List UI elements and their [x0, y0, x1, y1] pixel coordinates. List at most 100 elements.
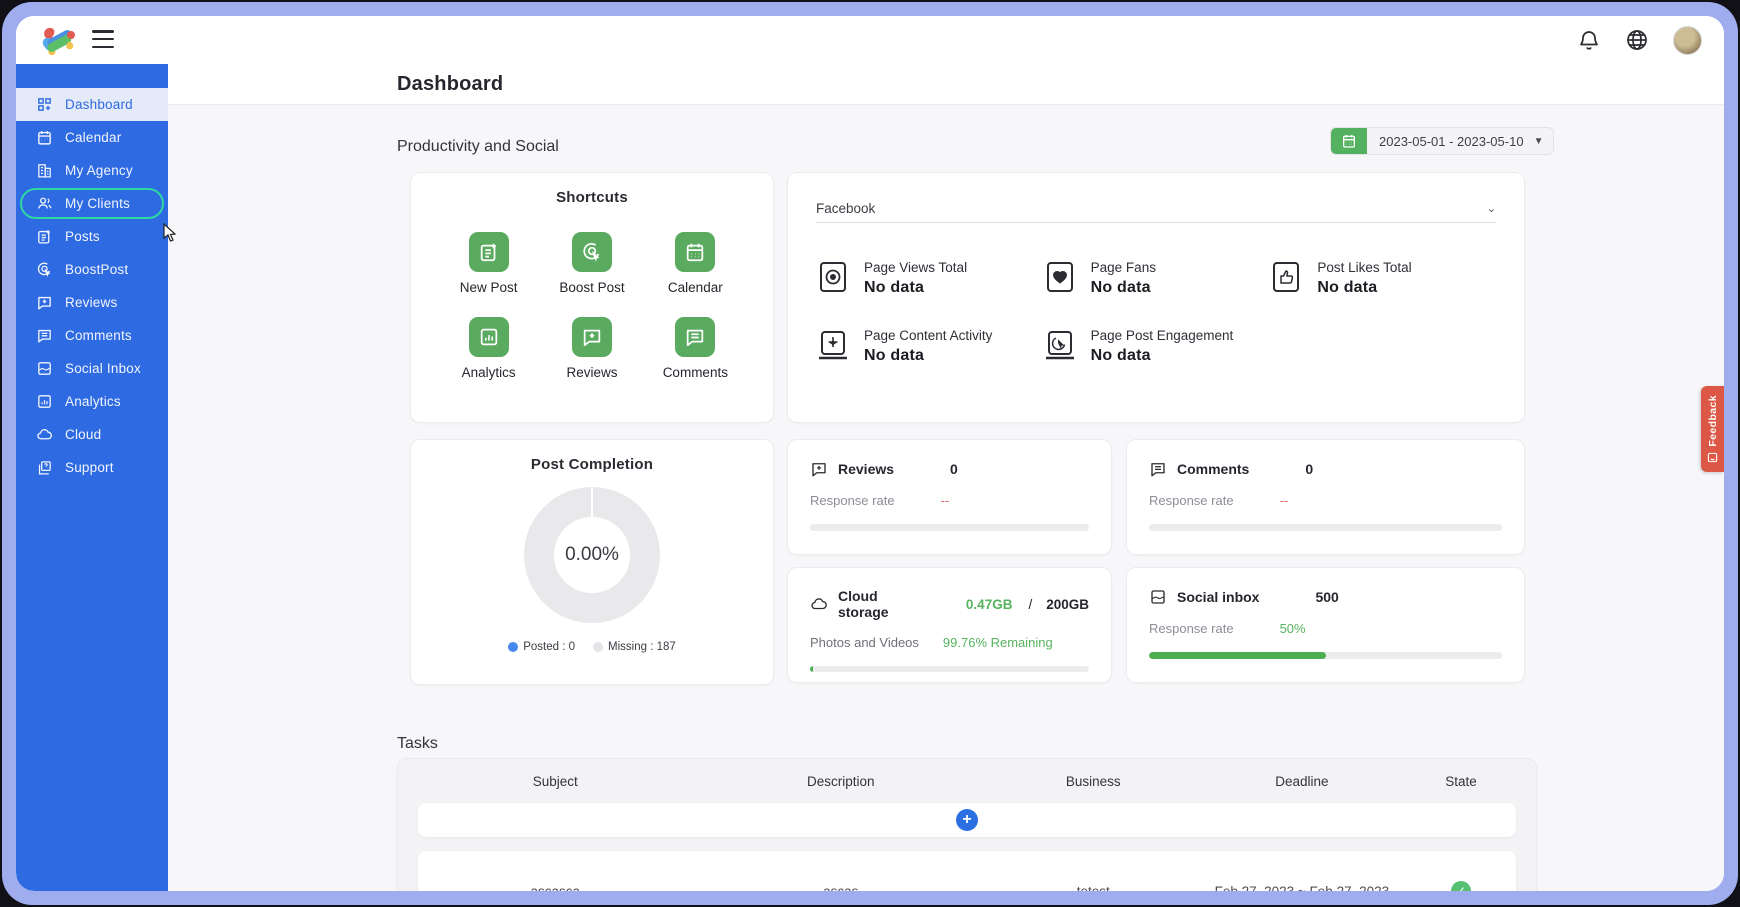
globe-icon[interactable]	[1625, 28, 1649, 52]
table-row[interactable]: ascasca ascas tetest Feb 27, 2023 ~ Feb …	[418, 851, 1516, 891]
stat-value: No data	[864, 279, 967, 297]
cloud-used-value: 0.47GB	[966, 597, 1013, 612]
shortcuts-title: Shortcuts	[411, 173, 773, 206]
sidebar-item-social-inbox[interactable]: Social Inbox	[16, 352, 168, 385]
sidebar-item-posts[interactable]: Posts	[16, 220, 168, 253]
comments-icon	[1149, 460, 1167, 478]
social-inbox-label: Social inbox	[1177, 589, 1259, 605]
social-inbox-progress-bar	[1149, 652, 1502, 659]
feedback-label: Feedback	[1707, 395, 1719, 447]
task-state-done-icon: ✓	[1451, 881, 1471, 891]
facebook-stats-grid: Page Views Total No data Page Fans No da…	[816, 259, 1496, 365]
stat-page-fans: Page Fans No data	[1043, 259, 1270, 297]
sidebar-item-boostpost[interactable]: BoostPost	[16, 253, 168, 286]
shortcuts-grid: New Post Boost Post Calendar Analytics R…	[411, 206, 773, 380]
shortcut-label: Calendar	[668, 280, 723, 295]
tasks-section-title: Tasks	[397, 735, 438, 753]
agency-icon	[36, 162, 53, 179]
stat-content-activity: Page Content Activity No data	[816, 327, 1043, 365]
shortcut-label: Comments	[663, 365, 728, 380]
column-header-state: State	[1406, 774, 1516, 789]
task-subject: ascasca	[418, 884, 693, 892]
user-avatar[interactable]	[1673, 26, 1702, 55]
comments-card: Comments 0 Response rate --	[1126, 439, 1525, 555]
stat-label: Page Fans	[1091, 259, 1156, 275]
reviews-progress-bar	[810, 524, 1089, 531]
reviews-label: Reviews	[838, 461, 894, 477]
stat-value: No data	[1091, 279, 1156, 297]
comments-label: Comments	[1177, 461, 1249, 477]
network-select-value: Facebook	[816, 201, 875, 216]
shortcut-new-post[interactable]: New Post	[437, 232, 540, 295]
tasks-table-header: Subject Description Business Deadline St…	[418, 759, 1516, 803]
legend-posted: Posted : 0	[523, 641, 575, 653]
shortcut-reviews[interactable]: Reviews	[540, 317, 643, 380]
sidebar-item-support[interactable]: Support	[16, 451, 168, 484]
donut-legend: Posted : 0 Missing : 187	[411, 641, 773, 653]
sidebar-item-my-agency[interactable]: My Agency	[16, 154, 168, 187]
page-fans-icon	[1043, 259, 1077, 295]
bell-icon[interactable]	[1577, 28, 1601, 52]
cloud-total-value: 200GB	[1046, 597, 1089, 612]
post-completion-card: Post Completion 0.00% Posted : 0 Missing…	[410, 439, 774, 685]
page-views-icon	[816, 259, 850, 295]
network-select[interactable]: Facebook ⌄	[816, 195, 1496, 223]
chevron-down-icon: ⌄	[1487, 202, 1496, 215]
mouse-cursor	[162, 223, 178, 243]
feedback-tab[interactable]: Feedback	[1701, 386, 1724, 472]
cloud-progress-bar	[810, 666, 1089, 672]
sidebar-item-analytics[interactable]: Analytics	[16, 385, 168, 418]
comments-progress-bar	[1149, 524, 1502, 531]
shortcut-calendar[interactable]: Calendar	[644, 232, 747, 295]
comments-icon	[675, 317, 715, 357]
shortcut-boost-post[interactable]: Boost Post	[540, 232, 643, 295]
date-range-value: 2023-05-01 - 2023-05-10	[1367, 128, 1534, 154]
add-task-row[interactable]: +	[418, 803, 1516, 837]
sidebar-item-calendar[interactable]: Calendar	[16, 121, 168, 154]
sidebar-item-label: Calendar	[65, 130, 121, 145]
cloud-subtitle: Photos and Videos	[810, 635, 919, 650]
analytics-icon	[469, 317, 509, 357]
chevron-down-icon: ▼	[1534, 128, 1554, 154]
add-task-button[interactable]: +	[956, 809, 978, 831]
shortcut-label: Boost Post	[559, 280, 624, 295]
stat-page-views: Page Views Total No data	[816, 259, 1043, 297]
stat-label: Post Likes Total	[1317, 259, 1411, 275]
topbar	[16, 16, 1724, 64]
sidebar-item-reviews[interactable]: Reviews	[16, 286, 168, 319]
response-rate-value: --	[941, 493, 950, 508]
sidebar-item-comments[interactable]: Comments	[16, 319, 168, 352]
shortcut-analytics[interactable]: Analytics	[437, 317, 540, 380]
sidebar-item-dashboard[interactable]: Dashboard	[16, 88, 168, 121]
cloud-remaining-value: 99.76% Remaining	[943, 635, 1053, 650]
sidebar-item-cloud[interactable]: Cloud	[16, 418, 168, 451]
hamburger-menu-icon[interactable]	[92, 30, 114, 48]
cloud-icon	[810, 595, 828, 613]
shortcut-comments[interactable]: Comments	[644, 317, 747, 380]
reviews-count: 0	[950, 461, 958, 477]
social-inbox-icon	[36, 360, 53, 377]
sidebar-item-label: Dashboard	[65, 97, 133, 112]
stat-post-likes: Post Likes Total No data	[1269, 259, 1496, 297]
smiley-icon	[1707, 452, 1718, 463]
date-range-picker[interactable]: 2023-05-01 - 2023-05-10 ▼	[1330, 127, 1554, 155]
post-completion-title: Post Completion	[411, 440, 773, 473]
facebook-stats-card: Facebook ⌄ Page Views Total No data Page…	[787, 172, 1525, 423]
post-completion-donut-chart: 0.00%	[524, 487, 660, 623]
calendar-icon	[675, 232, 715, 272]
sidebar-item-label: Posts	[65, 229, 100, 244]
reviews-card: Reviews 0 Response rate --	[787, 439, 1112, 555]
sidebar-item-my-clients[interactable]: My Clients	[16, 187, 168, 220]
stat-value: No data	[1091, 347, 1234, 365]
support-icon	[36, 459, 53, 476]
response-rate-value: --	[1280, 493, 1289, 508]
shortcut-label: Analytics	[462, 365, 516, 380]
calendar-button[interactable]	[1331, 128, 1367, 154]
boostpost-icon	[36, 261, 53, 278]
cloud-storage-card: Cloud storage 0.47GB / 200GB Photos and …	[787, 567, 1112, 683]
shortcut-label: Reviews	[566, 365, 617, 380]
column-header-deadline: Deadline	[1198, 774, 1407, 789]
sidebar-item-label: Reviews	[65, 295, 117, 310]
column-header-subject: Subject	[418, 774, 693, 789]
response-rate-label: Response rate	[1149, 621, 1234, 636]
